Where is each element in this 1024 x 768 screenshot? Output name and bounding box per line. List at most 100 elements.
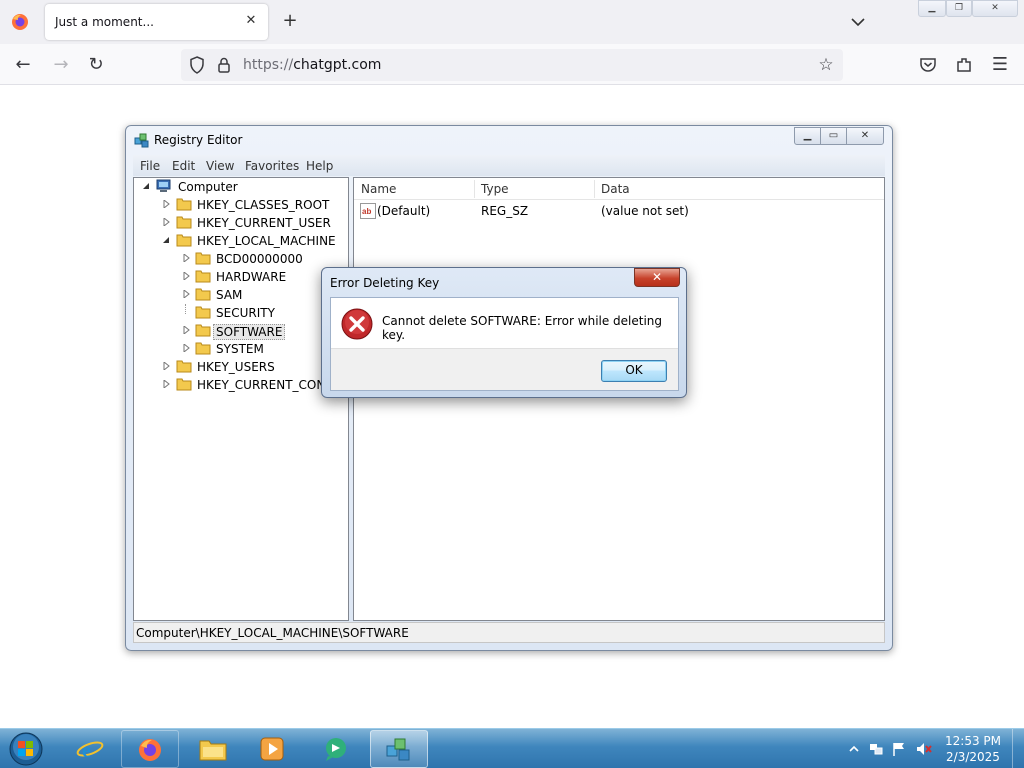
taskbar-registry-editor[interactable] bbox=[370, 730, 428, 768]
dialog-message: Cannot delete SOFTWARE: Error while dele… bbox=[382, 314, 663, 342]
string-value-icon: ab bbox=[360, 203, 376, 219]
forward-icon[interactable]: → bbox=[50, 54, 72, 76]
dialog-close-button[interactable]: ✕ bbox=[634, 268, 680, 287]
collapsed-arrow-icon[interactable] bbox=[182, 272, 190, 280]
collapsed-arrow-icon[interactable] bbox=[182, 254, 190, 262]
tree-label-selected: SOFTWARE bbox=[213, 324, 286, 340]
value-row-default[interactable]: ab (Default) REG_SZ (value not set) bbox=[354, 202, 884, 220]
back-icon[interactable]: ← bbox=[12, 54, 34, 76]
tab-title: Just a moment... bbox=[55, 15, 154, 29]
folder-icon bbox=[195, 288, 211, 301]
collapsed-arrow-icon[interactable] bbox=[182, 344, 190, 352]
menu-view[interactable]: View bbox=[206, 159, 234, 173]
lock-icon[interactable] bbox=[216, 56, 232, 74]
computer-icon bbox=[156, 179, 171, 192]
ok-button[interactable]: OK bbox=[601, 360, 667, 382]
taskbar-media-player[interactable] bbox=[243, 730, 301, 768]
restore-button[interactable]: ❐ bbox=[946, 0, 972, 17]
taskbar-chat-app[interactable] bbox=[307, 730, 365, 768]
collapsed-arrow-icon[interactable] bbox=[162, 200, 170, 208]
collapsed-arrow-icon[interactable] bbox=[162, 218, 170, 226]
dialog-body: Cannot delete SOFTWARE: Error while dele… bbox=[330, 297, 679, 391]
firefox-logo-icon[interactable] bbox=[10, 12, 30, 32]
tab-just-a-moment[interactable]: Just a moment... ✕ bbox=[45, 4, 268, 40]
tree-connector bbox=[185, 304, 186, 314]
folder-icon bbox=[176, 360, 192, 373]
tab-close-icon[interactable]: ✕ bbox=[242, 12, 260, 30]
taskbar-firefox[interactable] bbox=[121, 730, 179, 768]
media-player-icon bbox=[260, 737, 284, 761]
error-icon bbox=[341, 308, 373, 340]
close-button[interactable]: ✕ bbox=[846, 127, 884, 145]
svg-text:e: e bbox=[82, 740, 91, 762]
show-desktop-button[interactable] bbox=[1012, 729, 1024, 768]
taskbar: e 12:53 PM 2/3/2025 bbox=[0, 728, 1024, 768]
key-tree[interactable]: Computer HKEY_CLASSES_ROOT HKEY_CURRENT_… bbox=[133, 177, 349, 621]
tree-label: BCD00000000 bbox=[216, 252, 303, 266]
reload-icon[interactable]: ↻ bbox=[85, 54, 107, 76]
dialog-footer: OK bbox=[331, 348, 678, 390]
menu-help[interactable]: Help bbox=[306, 159, 333, 173]
menu-file[interactable]: File bbox=[140, 159, 160, 173]
menu-icon[interactable]: ☰ bbox=[989, 54, 1011, 76]
maximize-button[interactable]: ▭ bbox=[820, 127, 847, 145]
values-list[interactable]: Name Type Data ab (Default) REG_SZ (valu… bbox=[353, 177, 885, 621]
error-dialog[interactable]: Error Deleting Key ✕ Cannot delete SOFTW… bbox=[321, 267, 687, 398]
column-divider[interactable] bbox=[594, 180, 595, 198]
menu-edit[interactable]: Edit bbox=[172, 159, 195, 173]
registry-editor-icon bbox=[386, 738, 410, 761]
collapsed-arrow-icon[interactable] bbox=[162, 380, 170, 388]
chevron-down-icon[interactable] bbox=[848, 12, 868, 32]
menu-bar: File Edit View Favorites Help bbox=[133, 155, 885, 176]
tree-label: HKEY_CURRENT_USER bbox=[197, 216, 331, 230]
start-orb-icon[interactable] bbox=[4, 730, 44, 768]
show-hidden-icons-icon[interactable] bbox=[846, 741, 862, 757]
folder-icon bbox=[195, 252, 211, 265]
shield-icon[interactable] bbox=[189, 56, 205, 74]
url-text[interactable]: https://chatgpt.com bbox=[243, 57, 381, 73]
star-icon[interactable]: ☆ bbox=[815, 54, 837, 76]
value-data: (value not set) bbox=[601, 204, 689, 218]
collapsed-arrow-icon[interactable] bbox=[162, 362, 170, 370]
taskbar-internet-explorer[interactable]: e bbox=[61, 730, 119, 768]
extensions-icon[interactable] bbox=[955, 56, 973, 74]
tree-label: HKEY_CURRENT_CONF bbox=[197, 378, 333, 392]
pocket-icon[interactable] bbox=[919, 56, 937, 74]
expanded-arrow-icon[interactable] bbox=[142, 182, 150, 190]
dialog-title: Error Deleting Key bbox=[330, 276, 440, 290]
minimize-button[interactable]: ▁ bbox=[918, 0, 946, 17]
tree-label: SYSTEM bbox=[216, 342, 264, 356]
tree-label: HARDWARE bbox=[216, 270, 287, 284]
action-center-flag-icon[interactable] bbox=[891, 741, 907, 757]
collapsed-arrow-icon[interactable] bbox=[182, 326, 190, 334]
value-type: REG_SZ bbox=[481, 204, 529, 218]
clock[interactable]: 12:53 PM 2/3/2025 bbox=[943, 733, 1003, 765]
folder-icon bbox=[195, 306, 211, 319]
svg-text:ab: ab bbox=[362, 207, 371, 216]
status-path: Computer\HKEY_LOCAL_MACHINE\SOFTWARE bbox=[136, 626, 409, 640]
taskbar-file-explorer[interactable] bbox=[184, 730, 242, 768]
regedit-window-controls: ▁ ▭ ✕ bbox=[794, 127, 884, 145]
status-bar: Computer\HKEY_LOCAL_MACHINE\SOFTWARE bbox=[133, 622, 885, 643]
folder-icon bbox=[195, 324, 211, 337]
column-divider[interactable] bbox=[474, 180, 475, 198]
close-button[interactable]: ✕ bbox=[972, 0, 1018, 17]
column-header-type[interactable]: Type bbox=[481, 182, 509, 196]
url-host: chatgpt.com bbox=[293, 57, 382, 73]
collapsed-arrow-icon[interactable] bbox=[182, 290, 190, 298]
minimize-button[interactable]: ▁ bbox=[794, 127, 821, 145]
volume-muted-icon[interactable] bbox=[916, 741, 932, 757]
column-header-name[interactable]: Name bbox=[361, 182, 396, 196]
folder-icon bbox=[195, 270, 211, 283]
network-icon[interactable] bbox=[868, 741, 884, 757]
url-bar[interactable]: https://chatgpt.com ☆ bbox=[181, 49, 843, 81]
folder-icon bbox=[176, 216, 192, 229]
new-tab-plus-icon[interactable]: + bbox=[280, 11, 300, 31]
clock-time: 12:53 PM bbox=[945, 734, 1001, 748]
tree-label: HKEY_USERS bbox=[197, 360, 275, 374]
column-header-data[interactable]: Data bbox=[601, 182, 630, 196]
expanded-arrow-icon[interactable] bbox=[162, 236, 170, 244]
url-protocol: https:// bbox=[243, 57, 294, 73]
browser-nav-bar: ← → ↻ https://chatgpt.com ☆ ☰ bbox=[0, 44, 1024, 85]
menu-favorites[interactable]: Favorites bbox=[245, 159, 299, 173]
